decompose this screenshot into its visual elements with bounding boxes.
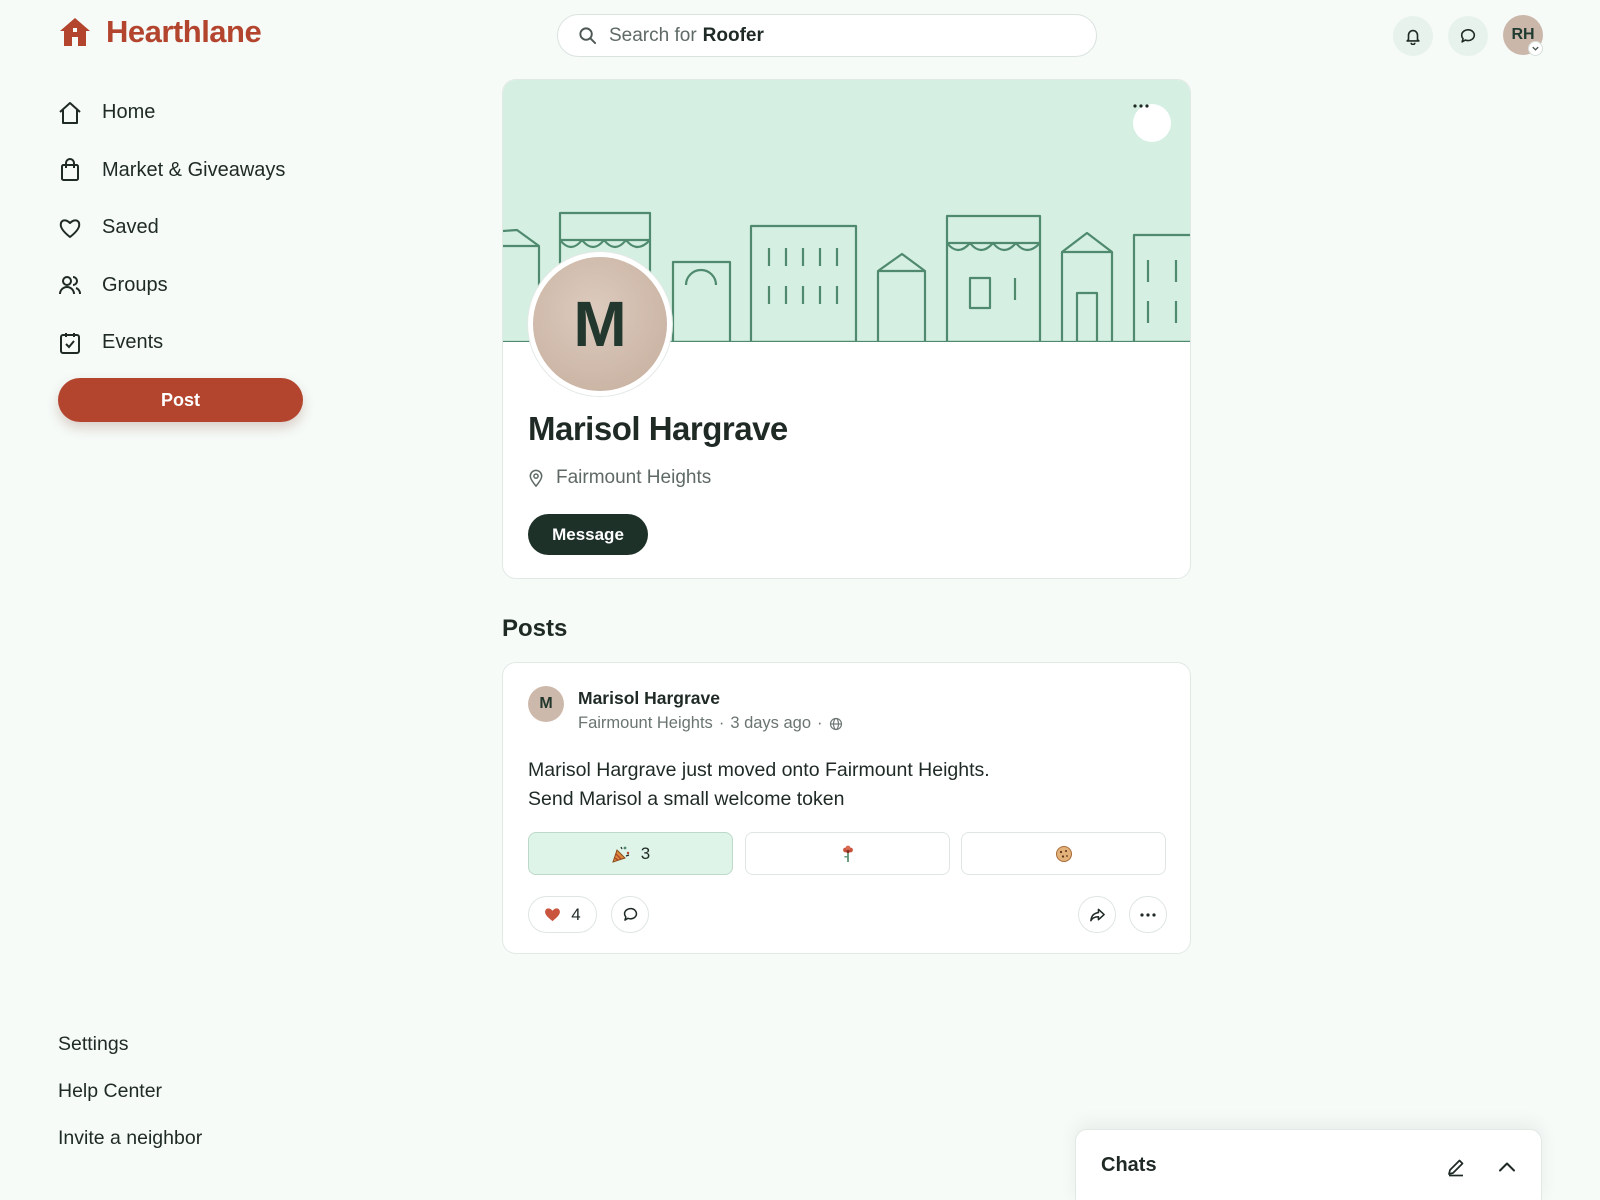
brand-name: Hearthlane xyxy=(106,14,262,49)
brand-logo[interactable]: Hearthlane xyxy=(58,14,262,50)
post-author[interactable]: Marisol Hargrave xyxy=(578,688,720,709)
post-neighborhood[interactable]: Fairmount Heights xyxy=(578,714,713,733)
sidebar-item-home[interactable]: Home xyxy=(56,84,316,142)
sidebar-nav: Home Market & Giveaways Saved Groups Eve… xyxy=(56,84,316,372)
posts-heading: Posts xyxy=(502,615,568,642)
profile-avatar: M xyxy=(528,252,672,396)
help-center-link[interactable]: Help Center xyxy=(58,1079,202,1126)
like-button[interactable]: 4 xyxy=(528,896,597,933)
welcome-token-cookie-button[interactable] xyxy=(961,832,1166,875)
home-icon xyxy=(56,99,84,127)
sidebar-item-events[interactable]: Events xyxy=(56,314,316,372)
search-icon xyxy=(578,26,597,45)
post-button[interactable]: Post xyxy=(58,378,303,422)
calendar-check-icon xyxy=(56,329,84,357)
invite-neighbor-link[interactable]: Invite a neighbor xyxy=(58,1126,202,1173)
chevron-down-icon[interactable] xyxy=(1528,41,1543,56)
post-body-line: Send Marisol a small welcome token xyxy=(528,788,845,810)
pencil-icon xyxy=(1446,1157,1466,1177)
comment-button[interactable] xyxy=(611,896,649,933)
location-text: Fairmount Heights xyxy=(556,467,712,488)
party-popper-icon xyxy=(611,844,631,864)
sidebar-item-label: Home xyxy=(102,101,156,124)
like-count: 4 xyxy=(571,904,581,924)
collapse-chats-button[interactable] xyxy=(1492,1152,1522,1182)
messages-button[interactable] xyxy=(1448,16,1488,56)
notifications-button[interactable] xyxy=(1393,16,1433,56)
cookie-icon xyxy=(1055,845,1073,863)
search-input[interactable]: Search for Roofer xyxy=(557,14,1097,57)
comment-icon xyxy=(622,906,639,923)
settings-link[interactable]: Settings xyxy=(58,1032,202,1079)
sidebar-item-label: Market & Giveaways xyxy=(102,158,286,181)
search-term: Roofer xyxy=(702,24,764,46)
search-prefix: Search for xyxy=(609,24,697,46)
sidebar-item-label: Events xyxy=(102,331,164,354)
sidebar-item-groups[interactable]: Groups xyxy=(56,257,316,315)
separator: · xyxy=(817,714,823,732)
sidebar-footer: Settings Help Center Invite a neighbor xyxy=(58,1032,202,1173)
sidebar-item-market[interactable]: Market & Giveaways xyxy=(56,142,316,200)
profile-location: Fairmount Heights xyxy=(528,467,711,489)
bell-icon xyxy=(1404,27,1422,45)
post-body: Marisol Hargrave just moved onto Fairmou… xyxy=(528,756,990,814)
heart-filled-icon xyxy=(544,907,561,922)
profile-card: M Marisol Hargrave Fairmount Heights Mes… xyxy=(502,79,1191,579)
sidebar-item-label: Saved xyxy=(102,216,159,239)
globe-icon xyxy=(829,717,843,731)
shopping-bag-icon xyxy=(56,156,84,184)
post-card: M Marisol Hargrave Fairmount Heights · 3… xyxy=(502,662,1191,954)
welcome-token-flower-button[interactable] xyxy=(745,832,950,875)
welcome-token-party-button[interactable]: 3 xyxy=(528,832,733,875)
chat-bubble-icon xyxy=(1459,27,1477,45)
more-horizontal-icon xyxy=(1140,912,1156,917)
flower-icon xyxy=(841,845,855,863)
separator: · xyxy=(718,714,725,732)
post-time: 3 days ago xyxy=(730,714,812,732)
sidebar-item-label: Groups xyxy=(102,273,168,296)
sidebar-item-saved[interactable]: Saved xyxy=(56,199,316,257)
location-pin-icon xyxy=(528,469,544,488)
profile-more-button[interactable] xyxy=(1133,104,1171,142)
profile-name: Marisol Hargrave xyxy=(528,410,788,447)
share-arrow-icon xyxy=(1089,907,1106,923)
post-more-button[interactable] xyxy=(1129,896,1167,933)
chevron-up-icon xyxy=(1498,1161,1516,1173)
avatar[interactable]: M xyxy=(528,686,564,722)
post-meta: Fairmount Heights · 3 days ago · xyxy=(578,714,843,733)
post-body-line: Marisol Hargrave just moved onto Fairmou… xyxy=(528,759,990,781)
chats-title: Chats xyxy=(1101,1154,1157,1176)
heart-icon xyxy=(56,214,84,242)
chats-dock[interactable]: Chats xyxy=(1075,1129,1542,1200)
compose-chat-button[interactable] xyxy=(1441,1152,1471,1182)
message-button[interactable]: Message xyxy=(528,514,648,555)
token-count: 3 xyxy=(640,843,651,863)
house-icon xyxy=(58,16,92,48)
people-icon xyxy=(56,271,84,299)
share-button[interactable] xyxy=(1078,896,1116,933)
